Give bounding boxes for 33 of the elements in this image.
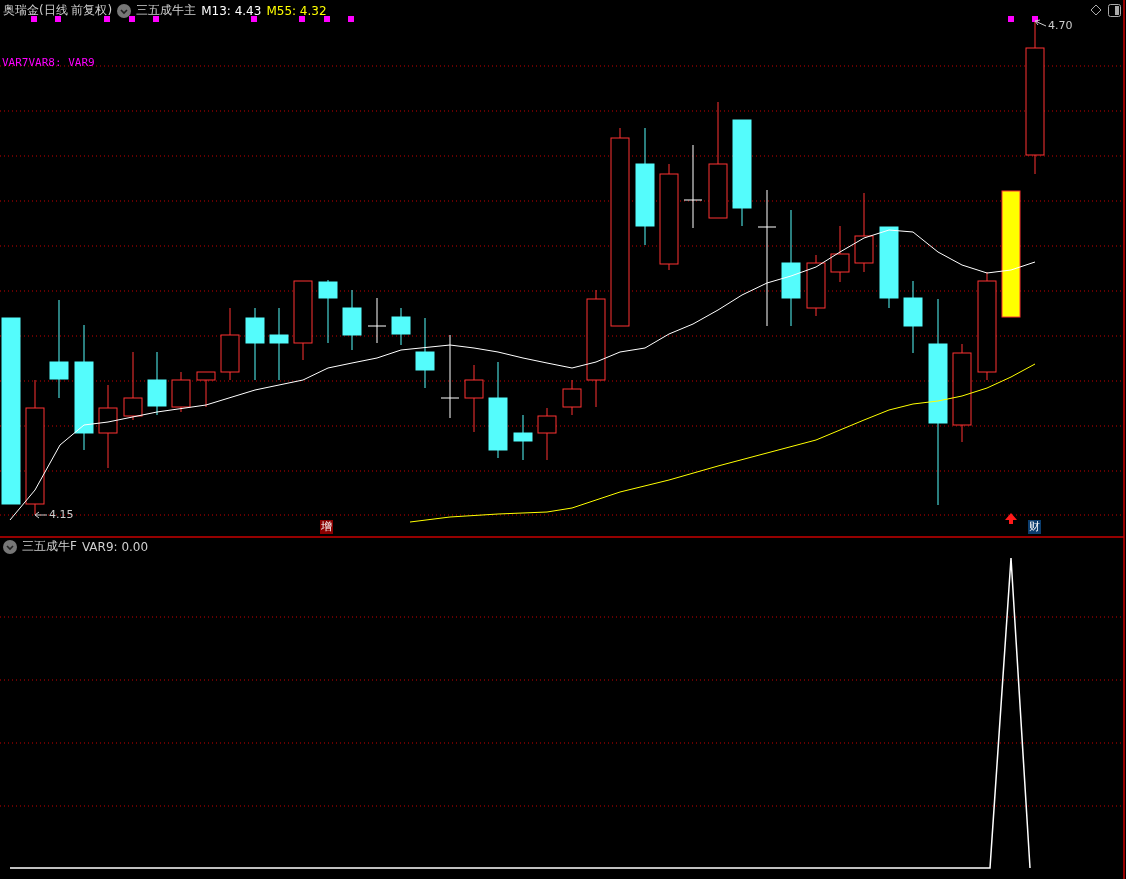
var-label: VAR7VAR8: VAR9: [2, 56, 95, 69]
collapse-icon[interactable]: [117, 3, 132, 18]
candlestick: [342, 289, 362, 351]
candlestick: [123, 351, 143, 421]
candlestick: [318, 279, 338, 344]
price-label: 4.15: [49, 508, 74, 521]
candlestick: [171, 371, 191, 413]
price-label: 4.70: [1048, 19, 1073, 32]
arrow-icon: [1034, 19, 1047, 27]
diamond-icon[interactable]: [1090, 4, 1102, 16]
m13-value: M13: 4.43: [201, 3, 262, 18]
up-arrow-icon: [1005, 513, 1017, 524]
indicator-name: 三五成牛主: [136, 2, 197, 19]
candlestick: [196, 371, 216, 408]
indicator-name: 三五成牛F: [22, 538, 77, 555]
var9-value: VAR9: 0.00: [81, 539, 149, 554]
event-marker[interactable]: 增: [320, 520, 333, 534]
candlestick: [562, 379, 582, 416]
candlestick: [391, 307, 411, 346]
candlestick: [830, 225, 850, 283]
arrow-icon: [34, 511, 48, 519]
m55-value: M55: 4.32: [266, 3, 327, 18]
candlestick: [513, 414, 533, 461]
stock-title: 奥瑞金(日线 前复权): [3, 2, 113, 19]
collapse-icon[interactable]: [3, 539, 17, 554]
candlestick: [147, 351, 167, 416]
panel-toggle-icon[interactable]: [1108, 4, 1121, 17]
candlestick: [367, 297, 387, 344]
candlestick: [464, 364, 484, 433]
candlestick: [806, 254, 826, 317]
candlestick: [537, 407, 557, 461]
event-marker[interactable]: 财: [1028, 520, 1041, 534]
candlestick: [415, 317, 435, 389]
